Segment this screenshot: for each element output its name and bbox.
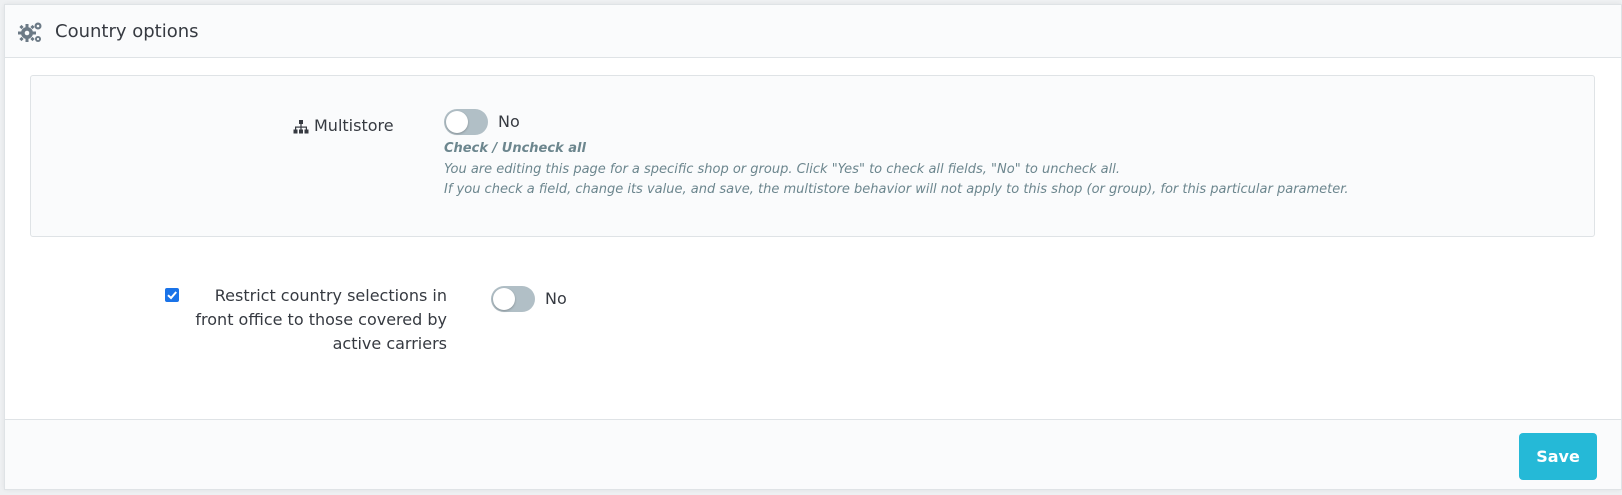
panel-header: Country options — [5, 5, 1621, 58]
panel-title: Country options — [55, 21, 199, 42]
restrict-country-toggle[interactable] — [491, 286, 535, 312]
multistore-box: Multistore No Check / Uncheck all You ar… — [30, 75, 1595, 237]
sitemap-icon — [293, 119, 309, 133]
restrict-country-checkbox[interactable] — [165, 288, 179, 302]
restrict-country-row: Restrict country selections in front off… — [5, 250, 1621, 360]
multistore-help-line-1: You are editing this page for a specific… — [444, 162, 1121, 177]
multistore-label: Multistore — [314, 116, 394, 135]
toggle-knob — [493, 288, 515, 310]
restrict-country-label: Restrict country selections in front off… — [195, 286, 447, 353]
restrict-country-toggle-value: No — [545, 289, 567, 308]
multistore-toggle[interactable] — [444, 109, 488, 135]
multistore-label-group: Multistore — [293, 116, 394, 135]
panel-footer: Save — [5, 419, 1621, 489]
toggle-knob — [446, 111, 468, 133]
country-options-panel: Country options Multistore No Check / Un… — [4, 4, 1622, 490]
save-button[interactable]: Save — [1519, 433, 1597, 480]
multistore-help-title: Check / Uncheck all — [444, 141, 586, 156]
multistore-help-line-2: If you check a field, change its value, … — [444, 182, 1349, 197]
cogs-icon — [18, 20, 44, 44]
multistore-toggle-value: No — [498, 112, 520, 131]
